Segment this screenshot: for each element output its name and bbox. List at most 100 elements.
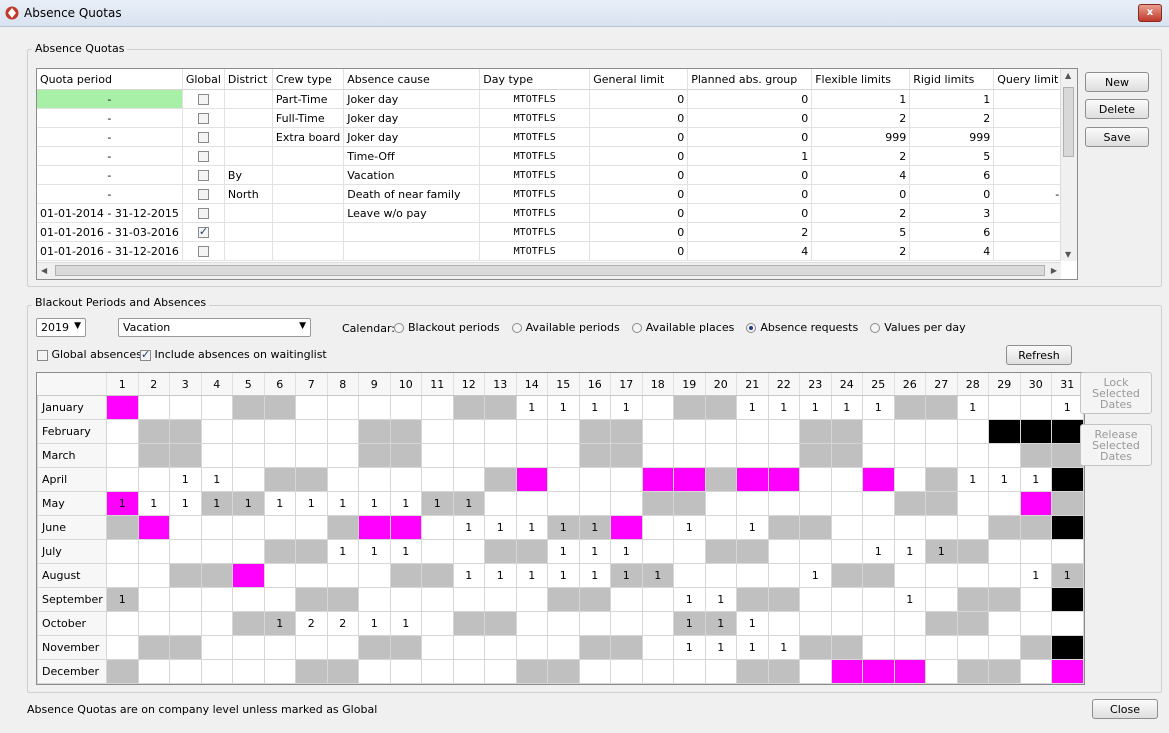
calendar-day-cell[interactable]	[358, 635, 391, 660]
quota-cell-period[interactable]: -	[37, 108, 183, 128]
calendar-day-cell[interactable]	[452, 539, 485, 564]
quota-cell-planned[interactable]: 0	[687, 89, 813, 109]
calendar-day-cell[interactable]	[704, 443, 737, 468]
calendar-day-cell[interactable]	[988, 419, 1021, 444]
calendar-day-cell[interactable]	[106, 539, 139, 564]
calendar-day-cell[interactable]	[169, 515, 202, 540]
calendar-mode-option[interactable]: Blackout periods	[394, 321, 500, 334]
calendar-day-cell[interactable]	[389, 467, 422, 492]
calendar-day-cell[interactable]	[200, 443, 233, 468]
include-waitinglist-option[interactable]: Include absences on waitinglist	[140, 348, 327, 361]
calendar-day-cell[interactable]	[1051, 611, 1084, 636]
quota-cell-global[interactable]	[182, 165, 225, 185]
calendar-day-cell[interactable]	[326, 395, 359, 420]
calendar-day-cell[interactable]	[767, 491, 800, 516]
calendar-day-cell[interactable]	[200, 563, 233, 588]
global-checkbox[interactable]	[197, 132, 209, 143]
calendar-day-cell[interactable]	[263, 467, 296, 492]
calendar-day-cell[interactable]	[484, 395, 517, 420]
calendar-day-cell[interactable]	[736, 443, 769, 468]
calendar-day-cell[interactable]	[830, 515, 863, 540]
calendar-day-cell[interactable]	[893, 443, 926, 468]
quota-cell-crew[interactable]: Full-Time	[272, 108, 345, 128]
calendar-day-cell[interactable]	[452, 467, 485, 492]
calendar-day-cell[interactable]	[389, 419, 422, 444]
quota-cell-crew[interactable]	[272, 146, 345, 166]
calendar-day-cell[interactable]: 1	[1051, 395, 1084, 420]
quota-cell-crew[interactable]	[272, 165, 345, 185]
calendar-day-cell[interactable]	[641, 395, 674, 420]
calendar-day-cell[interactable]	[641, 515, 674, 540]
calendar-day-cell[interactable]: 1	[515, 395, 548, 420]
calendar-day-cell[interactable]	[925, 563, 958, 588]
quota-row[interactable]: -Part-TimeJoker dayMTOTFLS00110	[37, 89, 1071, 109]
calendar-day-cell[interactable]	[641, 611, 674, 636]
calendar-day-cell[interactable]: 1	[358, 491, 391, 516]
calendar-day-cell[interactable]	[106, 515, 139, 540]
calendar-day-cell[interactable]	[200, 611, 233, 636]
calendar-day-cell[interactable]	[515, 539, 548, 564]
calendar-day-cell[interactable]	[988, 563, 1021, 588]
calendar-day-cell[interactable]	[862, 515, 895, 540]
quota-row[interactable]: -Time-OffMTOTFLS01250	[37, 146, 1071, 166]
calendar-day-cell[interactable]: 1	[736, 635, 769, 660]
calendar-day-cell[interactable]	[232, 611, 265, 636]
calendar-day-cell[interactable]	[704, 563, 737, 588]
global-checkbox[interactable]	[197, 113, 209, 124]
quota-row[interactable]: -Extra boardJoker dayMTOTFLS009999990	[37, 127, 1071, 147]
calendar-day-cell[interactable]	[799, 611, 832, 636]
quota-cell-daytype[interactable]: MTOTFLS	[479, 127, 591, 147]
calendar-day-cell[interactable]	[799, 515, 832, 540]
calendar-day-cell[interactable]	[830, 539, 863, 564]
calendar-day-cell[interactable]	[1019, 491, 1052, 516]
calendar-day-cell[interactable]	[1051, 539, 1084, 564]
quota-cell-rigid[interactable]: 999	[909, 127, 995, 147]
quota-cell-rigid[interactable]: 3	[909, 203, 995, 223]
calendar-day-cell[interactable]	[137, 611, 170, 636]
calendar-day-cell[interactable]	[137, 659, 170, 684]
calendar-day-cell[interactable]	[515, 419, 548, 444]
quota-cell-query[interactable]: 1	[993, 222, 1071, 242]
calendar-day-cell[interactable]: 1	[547, 395, 580, 420]
calendar-day-cell[interactable]	[547, 587, 580, 612]
quota-cell-general[interactable]: 0	[589, 127, 689, 147]
calendar-day-cell[interactable]	[358, 419, 391, 444]
quota-cell-district[interactable]: By	[224, 165, 273, 185]
quota-cell-planned[interactable]: 2	[687, 222, 813, 242]
calendar-day-cell[interactable]: 1	[925, 539, 958, 564]
calendar-day-cell[interactable]	[295, 635, 328, 660]
calendar-day-cell[interactable]	[421, 587, 454, 612]
calendar-day-cell[interactable]	[736, 659, 769, 684]
quota-cell-planned[interactable]: 0	[687, 184, 813, 204]
quota-cell-general[interactable]: 0	[589, 108, 689, 128]
calendar-day-cell[interactable]: 2	[295, 611, 328, 636]
calendar-day-cell[interactable]	[137, 467, 170, 492]
calendar-day-cell[interactable]	[484, 467, 517, 492]
quota-cell-global[interactable]	[182, 184, 225, 204]
calendar-day-cell[interactable]	[673, 395, 706, 420]
calendar-day-cell[interactable]	[1019, 587, 1052, 612]
quota-hscroll-thumb[interactable]	[55, 265, 1045, 276]
quota-cell-cause[interactable]: Joker day	[343, 89, 481, 109]
quota-cell-district[interactable]	[224, 127, 273, 147]
calendar-day-cell[interactable]: 2	[326, 611, 359, 636]
calendar-day-cell[interactable]	[263, 635, 296, 660]
calendar-day-cell[interactable]	[137, 563, 170, 588]
quota-cell-flexible[interactable]: 2	[811, 146, 911, 166]
calendar-day-cell[interactable]	[547, 611, 580, 636]
quota-cell-general[interactable]: 0	[589, 165, 689, 185]
quota-cell-crew[interactable]	[272, 203, 345, 223]
quota-cell-flexible[interactable]: 2	[811, 203, 911, 223]
calendar-day-cell[interactable]	[232, 539, 265, 564]
calendar-day-cell[interactable]: 1	[547, 563, 580, 588]
calendar-day-cell[interactable]	[326, 635, 359, 660]
calendar-day-cell[interactable]: 1	[641, 563, 674, 588]
quota-cell-global[interactable]	[182, 146, 225, 166]
calendar-day-cell[interactable]	[893, 563, 926, 588]
quota-cell-flexible[interactable]: 0	[811, 184, 911, 204]
calendar-day-cell[interactable]	[610, 659, 643, 684]
calendar-day-cell[interactable]: 1	[830, 395, 863, 420]
calendar-day-cell[interactable]: 1	[169, 491, 202, 516]
quota-cell-daytype[interactable]: MTOTFLS	[479, 89, 591, 109]
calendar-day-cell[interactable]	[421, 611, 454, 636]
